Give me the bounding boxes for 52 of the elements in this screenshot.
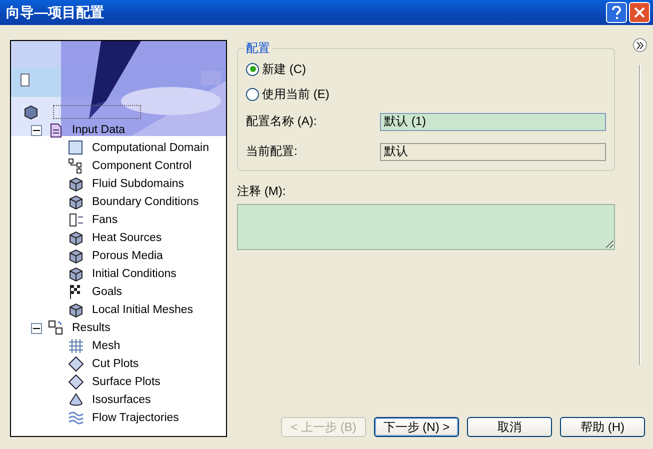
document-icon <box>48 122 64 138</box>
tree-item[interactable]: Mesh <box>92 340 120 352</box>
text-field[interactable]: 默认 <box>380 142 606 160</box>
tree-item[interactable]: Goals <box>92 286 122 298</box>
expand-button[interactable] <box>633 38 647 52</box>
tree-item[interactable]: Surface Plots <box>92 376 160 388</box>
close-icon <box>634 7 645 18</box>
square-icon <box>68 140 84 156</box>
field-label: 配置名称 (A): <box>246 113 318 130</box>
field-label: 当前配置: <box>246 143 298 160</box>
cube-icon <box>68 230 84 246</box>
tree-item[interactable]: Flow Trajectories <box>92 412 179 424</box>
dialog-button[interactable]: 下一步 (N) > <box>374 417 459 437</box>
radio-option[interactable]: 使用当前 (E) <box>246 84 330 104</box>
tree-item[interactable]: Porous Media <box>92 250 163 262</box>
cube-icon <box>68 266 84 282</box>
tree-item[interactable]: Cut Plots <box>92 358 139 370</box>
grid-icon <box>68 338 84 354</box>
radio-option[interactable]: 新建 (C) <box>246 59 306 79</box>
comment-field[interactable] <box>237 204 615 250</box>
waves-icon <box>68 410 84 426</box>
cube-icon <box>68 302 84 318</box>
question-icon <box>612 6 621 19</box>
tree-item[interactable]: Computational Domain <box>92 142 209 154</box>
collapse-icon[interactable] <box>31 322 42 334</box>
cube-icon <box>68 248 84 264</box>
tree-item[interactable]: Local Initial Meshes <box>92 304 193 316</box>
cone-icon <box>68 392 84 408</box>
tree-item[interactable]: Initial Conditions <box>92 268 176 280</box>
tree-item[interactable]: Fluid Subdomains <box>92 178 184 190</box>
collapse-icon[interactable] <box>31 124 42 136</box>
cube-icon <box>68 194 84 210</box>
tree-item[interactable]: Component Control <box>92 160 192 172</box>
text-field[interactable]: 默认 (1) <box>380 112 606 130</box>
dialog-button[interactable]: 取消 <box>467 417 552 437</box>
diamond-icon <box>68 374 84 390</box>
tree-item[interactable]: Isosurfaces <box>92 394 151 406</box>
close-button[interactable] <box>629 2 650 23</box>
help-button[interactable] <box>606 2 627 23</box>
tree-item[interactable]: Boundary Conditions <box>92 196 199 208</box>
cube-icon <box>68 176 84 192</box>
tree-item[interactable]: Heat Sources <box>92 232 162 244</box>
dialog-button[interactable]: 帮助 (H) <box>560 417 645 437</box>
chevrons-icon <box>636 42 644 48</box>
group-title: 配置 <box>244 40 272 57</box>
tree-item[interactable]: Results <box>72 322 110 334</box>
tree-item[interactable]: Input Data <box>72 124 126 136</box>
window-title: 向导—项目配置 <box>6 4 105 22</box>
field-label: 注释 (M): <box>237 183 287 200</box>
tree-item[interactable]: Fans <box>92 214 118 226</box>
diamond-icon <box>68 356 84 372</box>
hierarchy-icon <box>68 158 84 174</box>
